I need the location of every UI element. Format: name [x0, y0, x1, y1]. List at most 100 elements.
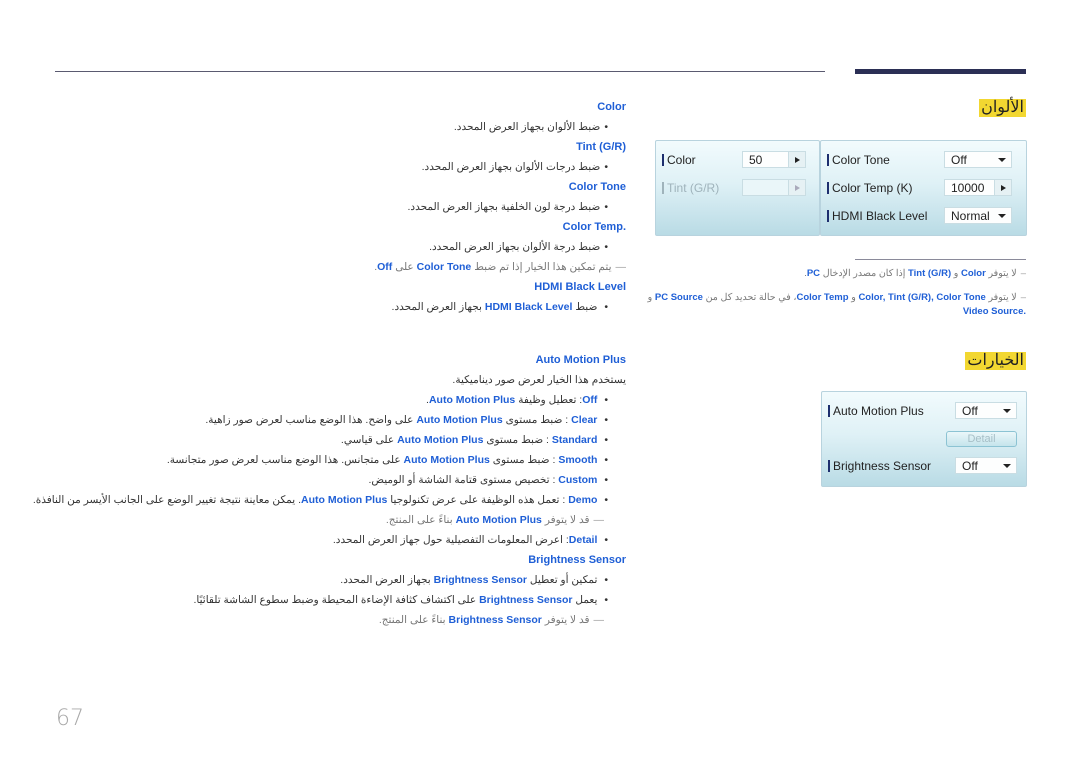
section-title-colors: الألوان: [979, 99, 1026, 117]
stepper-value: 10000: [951, 180, 985, 195]
note-dash: —: [593, 514, 605, 526]
brightness-sensor-dropdown[interactable]: Off: [955, 457, 1017, 474]
row-marker: [828, 405, 830, 417]
setting-label: Brightness Sensor: [833, 459, 932, 473]
option-keyword: Auto Motion Plus: [428, 394, 516, 406]
note-text: قد لا يتوفر: [544, 514, 590, 526]
row-marker: [662, 154, 664, 166]
desc-brightness-sensor-1: تمكين أو تعطيل Brightness Sensor بجهاز ا…: [340, 573, 608, 587]
amp-option-detail: Detail: اعرض المعلومات التفصيلية حول جها…: [333, 533, 608, 547]
desc-text: تمكين أو تعطيل: [529, 574, 598, 586]
desc-keyword: HDMI Black Level: [484, 301, 573, 313]
desc-keyword: Brightness Sensor: [479, 594, 573, 606]
option-keyword: Auto Motion Plus: [403, 454, 490, 466]
note-video-source: –لا يتوفر Color, Tint (G/R), Color Tone …: [648, 291, 1026, 305]
desc-color: ضبط الألوان بجهاز العرض المحدد.: [454, 120, 608, 134]
note-text: بناءً على المنتج.: [378, 614, 446, 626]
amp-option-demo: Demo : تعمل هذه الوظيفة على عرض تكنولوجي…: [33, 493, 608, 507]
option-text: : تعطيل وظيفة: [518, 394, 583, 406]
note-video-source-cont: .Video Source: [963, 305, 1026, 319]
option-keyword: Auto Motion Plus: [301, 494, 388, 506]
note-keyword: Color: [960, 268, 986, 279]
color-tone-dropdown[interactable]: Off: [944, 151, 1012, 168]
row-marker: [828, 460, 830, 472]
desc-text: بجهاز العرض المحدد.: [391, 301, 482, 313]
desc-text: ضبط: [575, 301, 598, 313]
note-keyword: Brightness Sensor: [448, 614, 542, 626]
amp-option-standard: Standard : ضبط مستوى Auto Motion Plus عل…: [341, 433, 608, 447]
note-keyword: Auto Motion Plus: [455, 514, 542, 526]
desc-text: على اكتشاف كثافة الإضاءة المحيطة وضبط سط…: [193, 594, 477, 606]
dropdown-value: Normal: [951, 208, 990, 223]
note-keyword: Color Tone: [416, 261, 472, 273]
setting-label: Tint (G/R): [667, 181, 720, 195]
chevron-down-icon: [1003, 464, 1011, 468]
color-temp-stepper[interactable]: 10000: [944, 179, 1012, 196]
note-text: لا يتوفر: [988, 268, 1017, 279]
option-key: Off: [582, 394, 598, 406]
color-stepper[interactable]: 50: [742, 151, 806, 168]
note-text: بناءً على المنتج.: [385, 514, 453, 526]
options-description: Auto Motion Plus يستخدم هذا الخيار لعرض …: [33, 353, 626, 633]
stepper-value: 50: [749, 152, 763, 167]
dropdown-value: Off: [962, 403, 978, 418]
colors-panel-right: Color Tone Off Color Temp (K) 10000 HDMI…: [820, 140, 1027, 236]
desc-text: بجهاز العرض المحدد.: [340, 574, 431, 586]
note-keyword: Color Temp: [796, 292, 849, 303]
detail-button[interactable]: Detail: [946, 431, 1017, 447]
option-key: Detail: [568, 534, 598, 546]
option-keyword: Auto Motion Plus: [416, 414, 503, 426]
option-text: : تعمل هذه الوظيفة على عرض تكنولوجيا: [390, 494, 569, 506]
option-text: على متجانس. هذا الوضع مناسب لعرض صور متج…: [166, 454, 401, 466]
arrow-right-icon[interactable]: [788, 152, 805, 167]
setting-row-hdmi-black-level: HDMI Black Level: [827, 207, 927, 225]
desc-tint: ضبط درجات الألوان بجهاز العرض المحدد.: [422, 160, 608, 174]
option-text: : ضبط مستوى: [505, 414, 572, 426]
note-text: يتم تمكين هذا الخيار إذا تم ضبط: [474, 261, 612, 273]
option-text: : ضبط مستوى: [486, 434, 552, 446]
arrow-right-icon: [788, 180, 805, 195]
note-dash: –: [1020, 292, 1026, 303]
setting-label: Auto Motion Plus: [833, 404, 924, 418]
heading-hdmi-black-level: HDMI Black Level: [534, 281, 626, 293]
note-pc-source: –لا يتوفر Color و Tint (G/R) إذا كان مصد…: [804, 268, 1026, 279]
amp-option-smooth: Smooth : ضبط مستوى Auto Motion Plus على …: [167, 453, 608, 467]
note-color-temp: —يتم تمكين هذا الخيار إذا تم ضبط Color T…: [374, 261, 627, 273]
section-title-options: الخيارات: [965, 352, 1026, 370]
note-keyword: PC Source: [654, 292, 703, 303]
note-text: و: [953, 268, 959, 279]
note-dash: —: [615, 261, 627, 273]
note-text: و: [647, 292, 653, 303]
dropdown-value: Off: [951, 152, 967, 167]
page-number: 67: [56, 706, 84, 731]
heading-tint: (Tint (G/R: [576, 141, 626, 153]
heading-auto-motion-plus: Auto Motion Plus: [535, 354, 626, 366]
setting-label: Color Temp (K): [832, 181, 913, 195]
option-text: : اعرض المعلومات التفصيلية حول جهاز العر…: [332, 534, 569, 546]
desc-keyword: Brightness Sensor: [433, 574, 527, 586]
row-marker: [827, 182, 829, 194]
heading-color: Color: [597, 101, 626, 113]
option-text: : ضبط مستوى: [492, 454, 559, 466]
header-accent-bar: [855, 69, 1026, 74]
desc-color-tone: ضبط درجة لون الخلفية بجهاز العرض المحدد.: [408, 200, 608, 214]
note-text: إذا كان مصدر الإدخال: [822, 268, 906, 279]
heading-brightness-sensor: Brightness Sensor: [528, 554, 626, 566]
setting-row-tint: Tint (G/R): [662, 179, 719, 197]
amp-option-custom: Custom : تخصيص مستوى قتامة الشاشة أو الو…: [368, 473, 608, 487]
option-text: . يمكن معاينة نتيجة تغيير الوضع على الجا…: [32, 494, 301, 506]
hdmi-black-level-dropdown[interactable]: Normal: [944, 207, 1012, 224]
setting-row-color: Color: [662, 151, 696, 169]
note-keyword: PC: [806, 268, 821, 279]
row-marker: [662, 182, 664, 194]
auto-motion-plus-dropdown[interactable]: Off: [955, 402, 1017, 419]
heading-color-tone: Color Tone: [568, 181, 626, 193]
setting-row-brightness-sensor: Brightness Sensor: [828, 457, 931, 475]
option-text: : تخصيص مستوى قتامة الشاشة أو الوميض.: [368, 474, 559, 486]
desc-brightness-sensor-2: يعمل Brightness Sensor على اكتشاف كثافة …: [194, 593, 609, 607]
tint-stepper: [742, 179, 806, 196]
chevron-down-icon: [998, 158, 1006, 162]
option-keyword: Auto Motion Plus: [397, 434, 484, 446]
option-key: Standard: [551, 434, 598, 446]
arrow-right-icon[interactable]: [994, 180, 1011, 195]
